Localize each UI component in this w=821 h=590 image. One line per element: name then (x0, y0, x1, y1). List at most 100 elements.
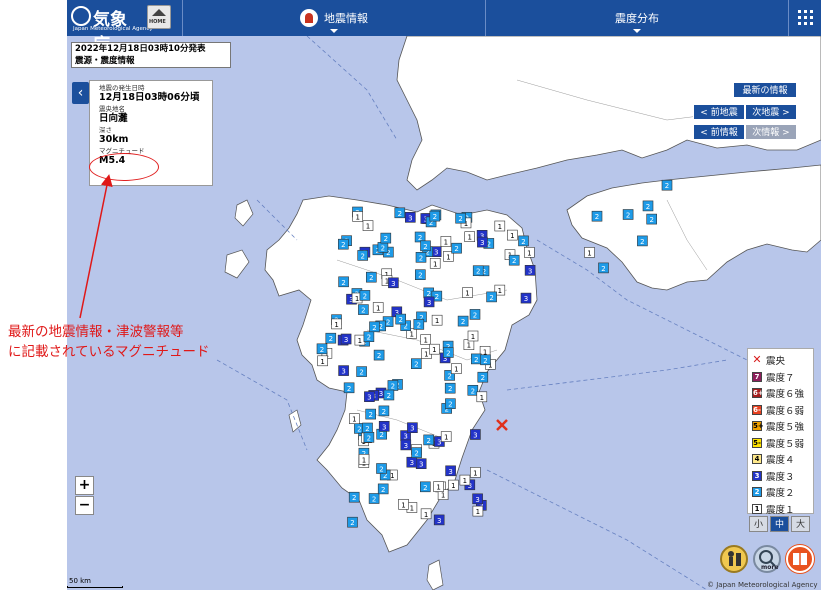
legend-item: 6+ 震度６強 (752, 385, 809, 402)
station-marker: 3 (406, 456, 418, 468)
svg-text:3: 3 (341, 368, 345, 376)
svg-text:2: 2 (367, 334, 371, 342)
station-marker: 3 (423, 296, 435, 308)
station-marker: 2 (325, 332, 337, 344)
svg-text:3: 3 (473, 432, 477, 440)
guide-button[interactable] (786, 545, 814, 573)
next-info-button[interactable]: 次情報 > (745, 124, 797, 140)
station-marker: 1 (472, 505, 484, 517)
station-marker: 2 (423, 434, 435, 446)
svg-text:2: 2 (417, 321, 421, 329)
station-marker: 2 (337, 238, 349, 250)
station-marker: 2 (368, 493, 380, 504)
svg-text:3: 3 (403, 433, 407, 441)
svg-text:2: 2 (360, 252, 364, 260)
svg-text:1: 1 (465, 290, 469, 298)
menu-grid-button[interactable] (788, 0, 821, 36)
svg-text:1: 1 (432, 346, 436, 354)
station-marker: 2 (598, 262, 609, 274)
home-button[interactable]: HOME (147, 5, 171, 29)
svg-text:2: 2 (665, 182, 669, 190)
more-button[interactable]: more (753, 545, 781, 573)
svg-text:2: 2 (359, 369, 363, 377)
logo-en: Japan Meteorological Agency (73, 26, 153, 32)
zoom-in-button[interactable]: + (75, 476, 94, 495)
more-label: more (761, 564, 779, 571)
station-marker: 2 (378, 405, 390, 417)
station-marker: 2 (357, 250, 369, 261)
tab-intensity[interactable]: 震度分布 (485, 0, 788, 36)
station-marker: 2 (362, 422, 373, 434)
svg-text:2: 2 (369, 274, 373, 282)
shelter-button[interactable] (720, 545, 748, 573)
station-marker: 2 (467, 384, 479, 396)
annotation-line2: に記載されているマグニチュード (8, 344, 210, 360)
svg-text:2: 2 (387, 392, 391, 400)
place-value: 日向灘 (99, 113, 128, 124)
prev-info-button[interactable]: < 前情報 (693, 124, 745, 140)
svg-text:2: 2 (398, 316, 402, 324)
station-marker: 2 (316, 343, 328, 355)
white-margin (0, 0, 67, 590)
svg-text:3: 3 (382, 423, 386, 431)
legend-swatch: 5+ (752, 421, 764, 432)
legend-item: 5+ 震度５強 (752, 418, 809, 435)
station-marker: 1 (317, 355, 328, 367)
svg-text:1: 1 (358, 337, 362, 345)
collapse-panel-button[interactable]: ‹ (72, 82, 89, 104)
home-icon (152, 9, 166, 16)
station-marker: 3 (338, 365, 349, 376)
station-marker: 3 (378, 420, 390, 432)
svg-text:1: 1 (467, 342, 471, 350)
station-marker: 2 (383, 389, 395, 401)
station-marker: 3 (433, 514, 445, 526)
station-marker: 2 (415, 252, 427, 263)
station-marker: 1 (448, 479, 459, 491)
time-value: 12月18日03時06分頃 (99, 92, 200, 103)
latest-info-button[interactable]: 最新の情報 (733, 82, 797, 98)
station-marker: 1 (440, 236, 452, 247)
station-marker: 1 (450, 363, 462, 375)
zoom-out-button[interactable]: − (75, 496, 94, 515)
svg-text:1: 1 (587, 249, 591, 257)
prev-quake-button[interactable]: < 前地震 (693, 104, 745, 120)
size-large-button[interactable]: 大 (791, 516, 810, 532)
home-label: HOME (149, 19, 166, 25)
legend-item: 3 震度３ (752, 468, 809, 485)
tab-quake-info[interactable]: 地震情報 (182, 0, 485, 36)
time-label: 地震の発生日時 (99, 84, 145, 92)
next-quake-button[interactable]: 次地震 > (745, 104, 797, 120)
svg-text:3: 3 (408, 214, 412, 222)
svg-text:3: 3 (410, 425, 414, 433)
svg-text:1: 1 (454, 366, 458, 374)
station-marker: 2 (363, 331, 375, 343)
legend-label: 震度１ (766, 504, 795, 516)
legend-label: 震度６弱 (766, 405, 805, 417)
size-small-button[interactable]: 小 (749, 516, 768, 532)
legend-swatch: 3 (752, 470, 762, 481)
svg-text:1: 1 (510, 232, 514, 240)
svg-text:2: 2 (601, 265, 605, 273)
tab-intensity-label: 震度分布 (615, 12, 659, 25)
station-marker: 3 (472, 493, 483, 505)
legend-rows: 7 震度７ 6+ 震度６強 6- 震度６弱 5+ 震度５強 5- 震度５弱 4 震度４ 3 震度３ 2 震度２… (752, 369, 809, 518)
station-marker: 1 (372, 302, 384, 313)
place-label: 震央地名 (99, 105, 125, 113)
svg-text:2: 2 (489, 294, 493, 302)
legend-swatch: 5- (752, 437, 762, 448)
svg-text:1: 1 (463, 477, 467, 485)
report-header: 2022年12月18日03時10分発表 震源・震度情報 (71, 42, 231, 68)
station-marker: 1 (476, 391, 488, 403)
size-medium-button[interactable]: 中 (770, 516, 789, 532)
station-marker: 2 (347, 516, 358, 528)
jma-logo[interactable]: 気象庁 Japan Meteorological Agency (71, 3, 153, 55)
svg-text:1: 1 (423, 337, 427, 345)
svg-text:2: 2 (363, 292, 367, 300)
svg-text:2: 2 (377, 352, 381, 360)
station-marker: 2 (365, 408, 377, 420)
station-marker: 1 (467, 330, 479, 342)
svg-text:1: 1 (334, 321, 338, 329)
station-marker: 3 (524, 264, 536, 276)
svg-text:3: 3 (434, 249, 438, 257)
station-marker: 2 (348, 491, 360, 503)
